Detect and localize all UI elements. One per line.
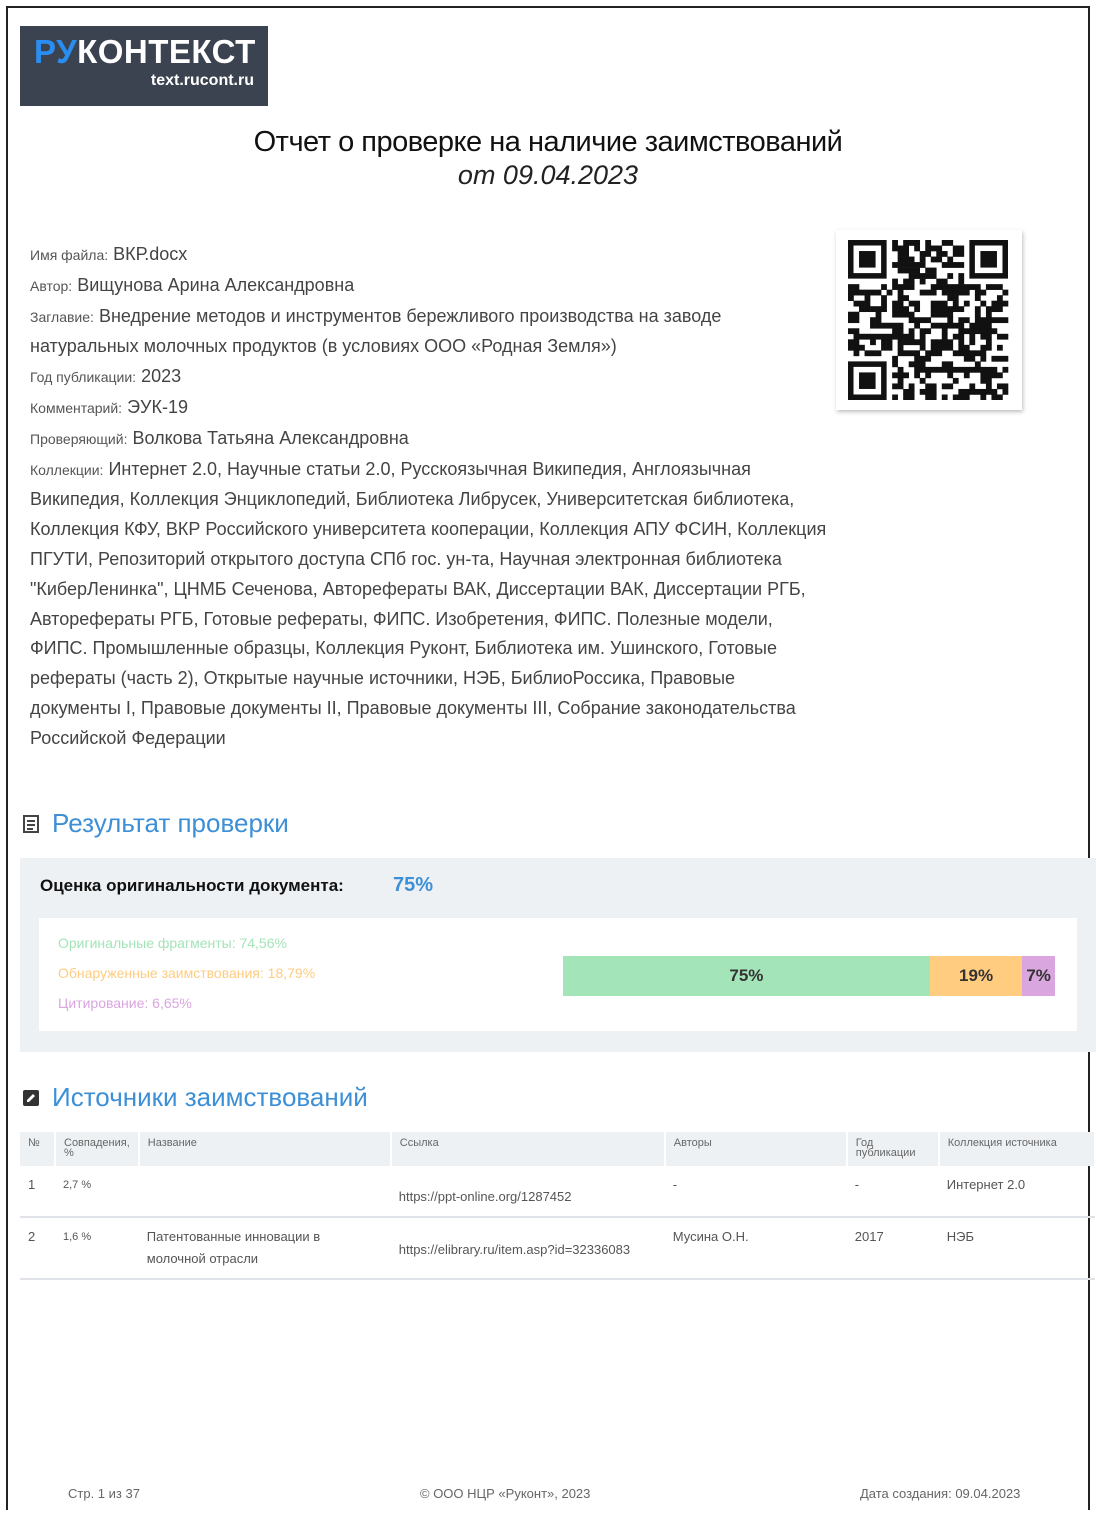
bar-borrowed: 19% bbox=[929, 956, 1023, 996]
logo: РУКОНТЕКСТ text.rucont.ru bbox=[20, 26, 268, 106]
meta-heading: Заглавие: Внедрение методов и инструмент… bbox=[30, 305, 722, 357]
col-collection: Коллекция источника bbox=[938, 1132, 1096, 1166]
meta-author: Автор: Вищунова Арина Александровна bbox=[30, 274, 355, 295]
cell-authors: - bbox=[664, 1166, 847, 1218]
result-panel: Оценка оригинальности документа: 75% Ори… bbox=[20, 858, 1096, 1052]
col-number: № bbox=[20, 1132, 56, 1166]
cell-year: 2017 bbox=[846, 1217, 939, 1280]
col-year: Год публикации bbox=[846, 1132, 940, 1166]
col-name: Название bbox=[138, 1132, 392, 1166]
originality-score: 75% bbox=[393, 874, 434, 896]
cell-number: 1 bbox=[20, 1166, 55, 1218]
cell-year: - bbox=[846, 1166, 939, 1218]
meta-checker: Проверяющий: Волкова Татьяна Александров… bbox=[30, 427, 409, 448]
col-link: Ссылка bbox=[390, 1132, 666, 1166]
document-metadata: Имя файла: ВКР.docx Автор: Вищунова Арин… bbox=[30, 240, 830, 754]
legend-original: Оригинальные фрагменты: 74,56% bbox=[58, 935, 287, 951]
result-heading: Результат проверки bbox=[22, 808, 289, 839]
cell-name bbox=[138, 1166, 391, 1218]
cell-collection: Интернет 2.0 bbox=[938, 1166, 1095, 1218]
col-authors: Авторы bbox=[664, 1132, 848, 1166]
legend-borrowed: Обнаруженные заимствования: 18,79% bbox=[58, 965, 316, 981]
cell-collection: НЭБ bbox=[938, 1217, 1095, 1280]
footer-page-number: Стр. 1 из 37 bbox=[68, 1486, 140, 1501]
cell-link[interactable]: https://elibrary.ru/item.asp?id=32336083 bbox=[390, 1217, 665, 1280]
meta-comment: Комментарий: ЭУК-19 bbox=[30, 396, 188, 417]
originality-label: Оценка оригинальности документа: bbox=[40, 876, 344, 895]
logo-site: text.rucont.ru bbox=[150, 72, 254, 89]
logo-main: РУКОНТЕКСТ bbox=[34, 33, 256, 70]
bar-original: 75% bbox=[563, 956, 930, 996]
sources-table: № Совпадения, % Название Ссылка Авторы Г… bbox=[20, 1132, 1096, 1280]
footer-creation-date: Дата создания: 09.04.2023 bbox=[860, 1486, 1021, 1501]
cell-link[interactable]: https://ppt-online.org/1287452 bbox=[390, 1166, 665, 1218]
bar-citation: 7% bbox=[1022, 956, 1055, 996]
meta-file: Имя файла: ВКР.docx bbox=[30, 244, 188, 264]
originality-bar: 75% 19% 7% bbox=[563, 956, 1055, 996]
report-title: Отчет о проверке на наличие заимствовани… bbox=[253, 126, 843, 158]
table-row: 2 1,6 % Патентованные инновации в молочн… bbox=[20, 1217, 1095, 1280]
report-date: от 09.04.2023 bbox=[457, 160, 639, 190]
document-icon bbox=[23, 815, 39, 833]
cell-match: 2,7 % bbox=[55, 1166, 139, 1218]
cell-match: 1,6 % bbox=[55, 1217, 139, 1280]
meta-collections: Коллекции: Интернет 2.0, Научные статьи … bbox=[30, 458, 827, 748]
logo-ru: РУ bbox=[34, 33, 78, 70]
edit-icon bbox=[23, 1090, 39, 1106]
table-row: 1 2,7 % https://ppt-online.org/1287452 -… bbox=[20, 1166, 1095, 1218]
table-header: № Совпадения, % Название Ссылка Авторы Г… bbox=[20, 1132, 1096, 1166]
footer-copyright: © ООО НЦР «Руконт», 2023 bbox=[420, 1486, 591, 1501]
result-breakdown: Оригинальные фрагменты: 74,56% Обнаружен… bbox=[39, 918, 1077, 1031]
col-match: Совпадения, % bbox=[55, 1132, 140, 1166]
cell-name: Патентованные инновации в молочной отрас… bbox=[138, 1217, 391, 1280]
logo-rest: КОНТЕКСТ bbox=[77, 33, 256, 70]
cell-number: 2 bbox=[20, 1217, 55, 1280]
qr-code bbox=[836, 230, 1022, 410]
legend-citation: Цитирование: 6,65% bbox=[58, 995, 192, 1011]
cell-authors: Мусина О.Н. bbox=[664, 1217, 847, 1280]
sources-heading: Источники заимствований bbox=[22, 1082, 368, 1113]
meta-year: Год публикации: 2023 bbox=[30, 366, 182, 387]
